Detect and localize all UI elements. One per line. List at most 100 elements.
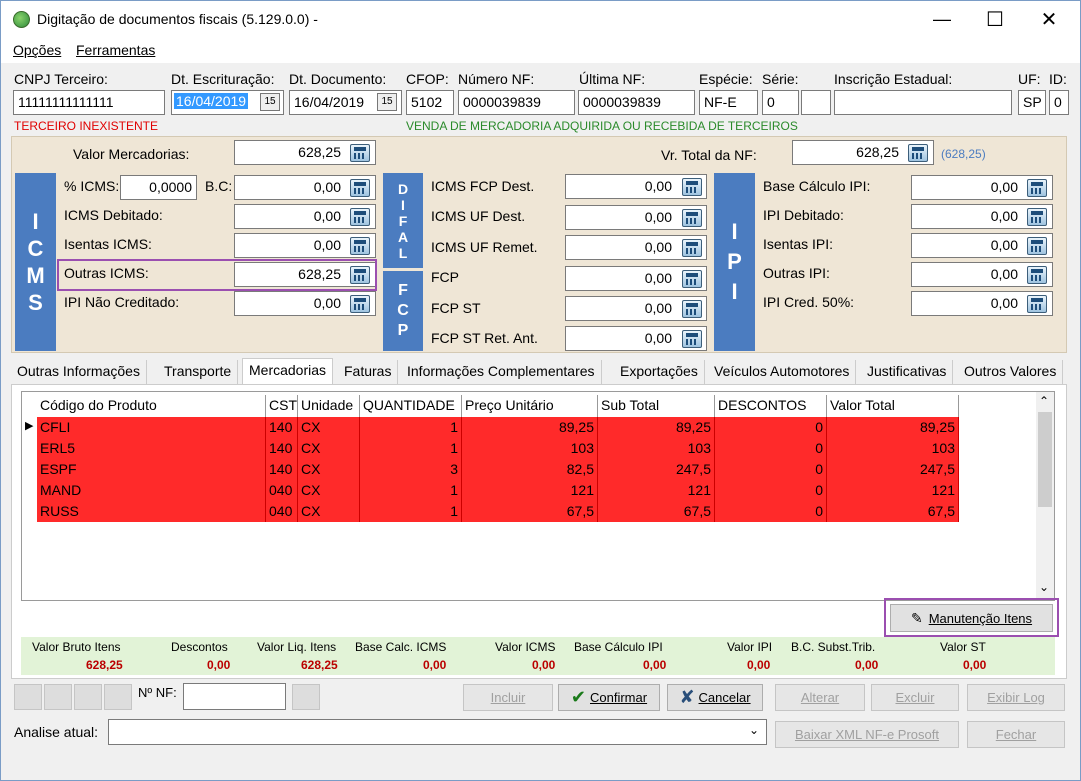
nav-prev-button[interactable] — [44, 684, 72, 710]
incluir-button[interactable]: Incluir — [463, 684, 553, 711]
column-header[interactable]: Unidade — [298, 395, 360, 417]
menu-bar: Opções Ferramentas — [1, 37, 1080, 63]
tab-faturas[interactable]: Faturas — [338, 360, 399, 384]
calculator-icon[interactable] — [682, 239, 702, 257]
column-header[interactable]: Código do Produto — [37, 395, 266, 417]
scroll-thumb[interactable] — [1038, 412, 1052, 507]
table-row[interactable]: MAND 040 CX 1 121 121 0 121 — [37, 480, 959, 501]
cell: CX — [298, 438, 360, 459]
num-nf-input[interactable]: 0000039839 — [458, 90, 575, 115]
serie-input[interactable]: 0 — [762, 90, 799, 115]
tab-outros-valores[interactable]: Outros Valores — [958, 360, 1064, 384]
table-row[interactable]: ESPF 140 CX 3 82,5 247,5 0 247,5 — [37, 459, 959, 480]
nf-search-input[interactable] — [183, 683, 286, 710]
confirmar-label: Confirmar — [590, 690, 648, 705]
calculator-icon[interactable] — [1027, 237, 1047, 255]
calculator-icon[interactable] — [682, 270, 702, 288]
column-header[interactable]: Preço Unitário — [462, 395, 598, 417]
tab-veiculos-automotores[interactable]: Veículos Automotores — [708, 360, 857, 384]
excluir-button[interactable]: Excluir — [871, 684, 959, 711]
total-value: 0,00 — [207, 658, 231, 672]
pct-icms-input[interactable]: 0,0000 — [120, 175, 197, 200]
calculator-icon[interactable] — [682, 178, 702, 196]
fechar-button[interactable]: Fechar — [967, 721, 1065, 748]
nav-first-button[interactable] — [14, 684, 42, 710]
alterar-button[interactable]: Alterar — [775, 684, 865, 711]
cfop-description: VENDA DE MERCADORIA ADQUIRIDA OU RECEBID… — [406, 119, 798, 133]
tab-mercadorias[interactable]: Mercadorias — [242, 358, 334, 385]
base-ipi-label: Base Cálculo IPI: — [763, 178, 871, 194]
close-button[interactable]: ✕ — [1026, 1, 1072, 37]
calculator-icon[interactable] — [908, 144, 928, 162]
cell: 103 — [598, 438, 715, 459]
tab-justificativas[interactable]: Justificativas — [861, 360, 954, 384]
confirmar-button[interactable]: ✔ Confirmar — [558, 684, 660, 711]
cfop-input[interactable]: 5102 — [406, 90, 454, 115]
calculator-icon[interactable] — [682, 330, 702, 348]
analise-select[interactable] — [108, 719, 767, 745]
table-row[interactable]: RUSS 040 CX 1 67,5 67,5 0 67,5 — [37, 501, 959, 522]
cell: CFLI — [37, 417, 266, 438]
maximize-button[interactable]: ☐ — [972, 1, 1018, 37]
column-header[interactable]: Valor Total — [827, 395, 959, 417]
tab-transporte[interactable]: Transporte — [158, 360, 239, 384]
total-value: 0,00 — [643, 658, 667, 672]
calculator-icon[interactable] — [350, 295, 370, 313]
calculator-icon[interactable] — [1027, 266, 1047, 284]
column-header[interactable]: DESCONTOS — [715, 395, 827, 417]
calendar-icon[interactable]: 15 — [260, 93, 280, 111]
column-header[interactable]: QUANTIDADE — [360, 395, 462, 417]
ult-nf-input[interactable]: 0000039839 — [578, 90, 695, 115]
difal-band: D I F A L — [383, 173, 423, 268]
calculator-icon[interactable] — [682, 209, 702, 227]
calculator-icon[interactable] — [350, 237, 370, 255]
baixar-xml-button[interactable]: Baixar XML NF-e Prosoft — [775, 721, 959, 748]
tax-panel — [11, 136, 1067, 353]
calculator-icon[interactable] — [682, 300, 702, 318]
total-label: Base Calc. ICMS — [355, 640, 447, 654]
cell: CX — [298, 480, 360, 501]
column-header[interactable]: CST — [266, 395, 298, 417]
exibir-log-button[interactable]: Exibir Log — [967, 684, 1065, 711]
cell: 040 — [266, 501, 298, 522]
scroll-down-icon[interactable]: ⌄ — [1039, 580, 1049, 594]
scroll-up-icon[interactable]: ⌃ — [1039, 394, 1049, 408]
calculator-icon[interactable] — [1027, 208, 1047, 226]
cell: 89,25 — [462, 417, 598, 438]
tab-informacoes-complementares[interactable]: Informações Complementares — [401, 360, 602, 384]
calculator-icon[interactable] — [350, 144, 370, 162]
fcp-band: F C P — [383, 271, 423, 351]
calendar-icon[interactable]: 15 — [377, 93, 397, 111]
cell: 1 — [360, 480, 462, 501]
cnpj-input[interactable]: 11111111111111 — [13, 90, 165, 115]
table-row[interactable]: CFLI 140 CX 1 89,25 89,25 0 89,25 — [37, 417, 959, 438]
nav-next-button[interactable] — [74, 684, 102, 710]
table-row[interactable]: ERL5 140 CX 1 103 103 0 103 — [37, 438, 959, 459]
items-grid[interactable]: Código do Produto CST Unidade QUANTIDADE… — [21, 391, 1055, 601]
especie-input[interactable]: NF-E — [699, 90, 758, 115]
calculator-icon[interactable] — [1027, 295, 1047, 313]
column-header[interactable]: Sub Total — [598, 395, 715, 417]
uf-input[interactable]: SP — [1018, 90, 1046, 115]
cell: 89,25 — [598, 417, 715, 438]
calculator-icon[interactable] — [1027, 179, 1047, 197]
ie-input[interactable] — [834, 90, 1012, 115]
tab-outras-informacoes[interactable]: Outras Informações — [11, 360, 147, 384]
vertical-scrollbar[interactable]: ⌃ ⌄ — [1036, 392, 1054, 600]
serie-extra-input[interactable] — [801, 90, 831, 115]
tab-exportacoes[interactable]: Exportações — [614, 360, 705, 384]
cell: CX — [298, 501, 360, 522]
menu-ferramentas[interactable]: Ferramentas — [76, 42, 155, 58]
cancelar-button[interactable]: ✘ Cancelar — [667, 684, 763, 711]
calculator-icon[interactable] — [350, 179, 370, 197]
nf-search-button[interactable] — [292, 684, 320, 710]
cell: 121 — [827, 480, 959, 501]
id-input[interactable]: 0 — [1049, 90, 1069, 115]
main-window: Digitação de documentos fiscais (5.129.0… — [0, 0, 1081, 781]
isentas-ipi-label: Isentas IPI: — [763, 236, 834, 252]
menu-opcoes[interactable]: Opções — [13, 42, 61, 58]
calculator-icon[interactable] — [350, 208, 370, 226]
nav-last-button[interactable] — [104, 684, 132, 710]
minimize-button[interactable]: — — [919, 1, 965, 37]
chevron-down-icon[interactable]: ⌄ — [749, 723, 759, 737]
